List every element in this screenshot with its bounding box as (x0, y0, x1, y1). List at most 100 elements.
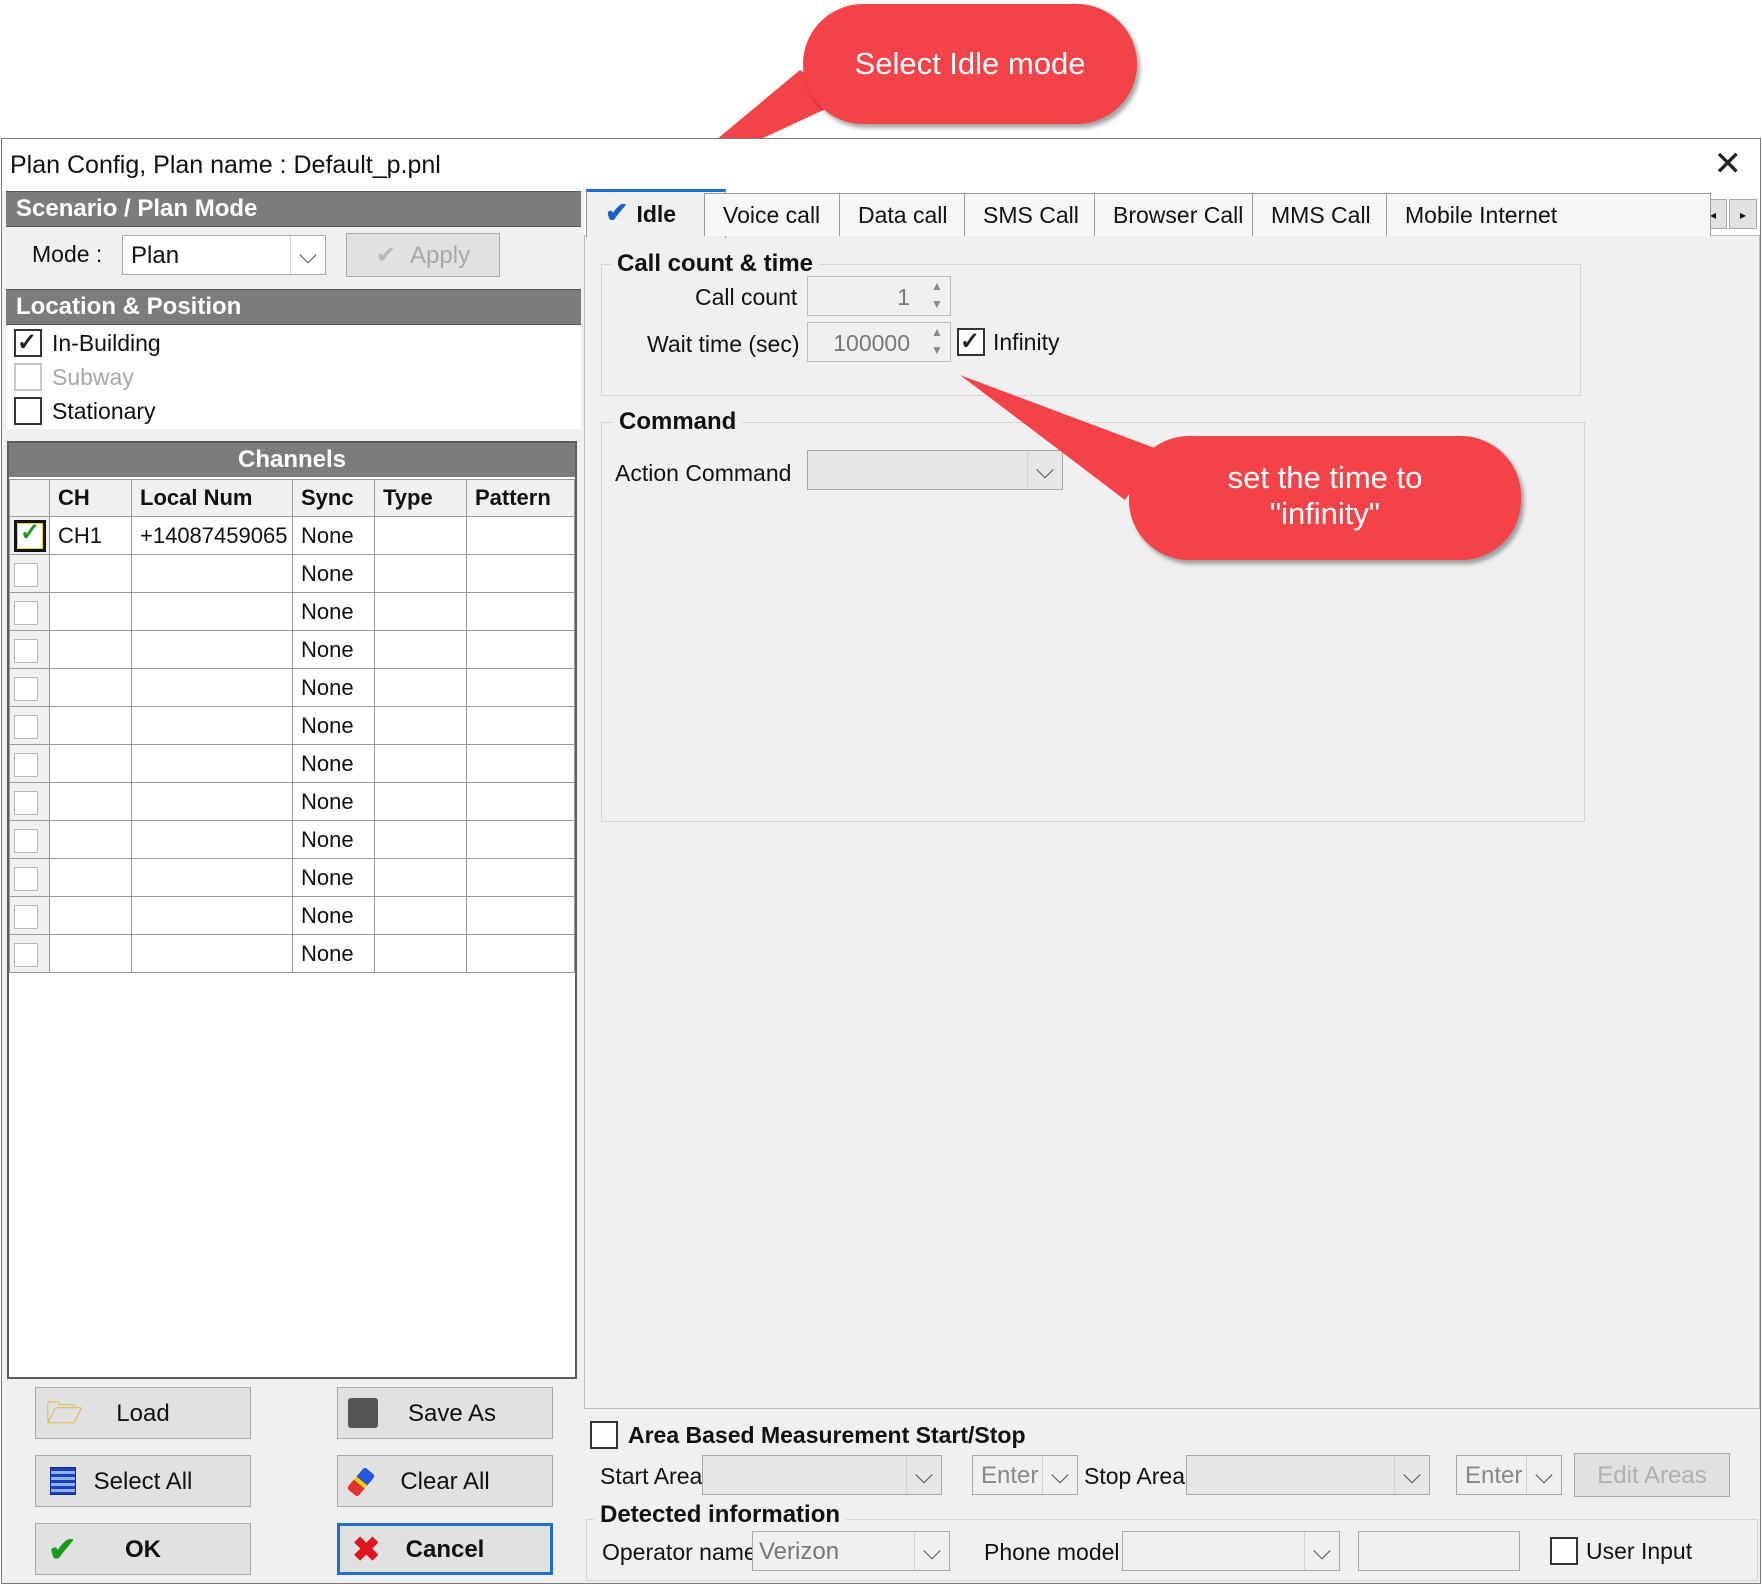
select-all-button[interactable]: Select All (35, 1455, 251, 1507)
row-select-cell[interactable] (9, 820, 50, 859)
tab-mobile-internet[interactable]: Mobile Internet (1386, 193, 1711, 236)
row-checkbox[interactable] (14, 562, 38, 587)
table-row[interactable]: None (9, 820, 575, 859)
row-checkbox[interactable] (14, 790, 38, 815)
type-cell[interactable] (374, 668, 467, 707)
sync-cell[interactable]: None (292, 934, 375, 973)
type-cell[interactable] (374, 706, 467, 745)
sync-cell[interactable]: None (292, 706, 375, 745)
stop-area-select[interactable]: ⌵ (1186, 1455, 1430, 1495)
local-num-cell[interactable] (131, 820, 293, 859)
local-num-cell[interactable] (131, 896, 293, 935)
sync-cell[interactable]: None (292, 782, 375, 821)
start-area-enter-select[interactable]: Enter ⌵ (972, 1455, 1078, 1495)
stop-area-enter-select[interactable]: Enter ⌵ (1456, 1455, 1562, 1495)
pattern-cell[interactable] (466, 858, 575, 897)
call-count-spinner[interactable]: 1 ▲ ▼ (807, 276, 951, 316)
type-cell[interactable] (374, 592, 467, 631)
table-row[interactable]: None (9, 630, 575, 669)
type-cell[interactable] (374, 516, 467, 555)
local-num-cell[interactable]: +14087459065 (131, 516, 293, 555)
row-checkbox[interactable] (14, 518, 46, 552)
sync-cell[interactable]: None (292, 554, 375, 593)
ok-button[interactable]: ✔ OK (35, 1523, 251, 1575)
row-checkbox[interactable] (14, 866, 38, 891)
sync-cell[interactable]: None (292, 592, 375, 631)
ch-cell[interactable]: CH1 (49, 516, 132, 555)
row-select-cell[interactable] (9, 706, 50, 745)
table-row[interactable]: CH1+14087459065None (9, 516, 575, 555)
table-row[interactable]: None (9, 706, 575, 745)
local-num-cell[interactable] (131, 554, 293, 593)
row-checkbox[interactable] (14, 600, 38, 625)
stationary-checkbox[interactable] (14, 396, 42, 425)
ch-cell[interactable] (49, 782, 132, 821)
tab-browser-call[interactable]: Browser Call (1094, 193, 1273, 236)
edit-areas-button[interactable]: Edit Areas (1574, 1453, 1730, 1497)
apply-button[interactable]: ✔ Apply (346, 233, 500, 277)
pattern-cell[interactable] (466, 744, 575, 783)
pattern-cell[interactable] (466, 706, 575, 745)
ch-cell[interactable] (49, 592, 132, 631)
row-checkbox[interactable] (14, 904, 38, 929)
row-select-cell[interactable] (9, 592, 50, 631)
type-cell[interactable] (374, 820, 467, 859)
row-checkbox[interactable] (14, 752, 38, 777)
user-input-checkbox[interactable] (1550, 1536, 1578, 1565)
row-select-cell[interactable] (9, 630, 50, 669)
row-select-cell[interactable] (9, 858, 50, 897)
pattern-cell[interactable] (466, 782, 575, 821)
row-checkbox[interactable] (14, 638, 38, 663)
table-row[interactable]: None (9, 934, 575, 973)
mode-select[interactable]: Plan ⌵ (122, 235, 326, 275)
close-icon[interactable]: ✕ (1714, 145, 1743, 183)
ch-cell[interactable] (49, 896, 132, 935)
operator-name-select[interactable]: Verizon ⌵ (752, 1531, 950, 1571)
sync-cell[interactable]: None (292, 820, 375, 859)
row-checkbox[interactable] (14, 942, 38, 967)
area-measurement-checkbox[interactable] (590, 1420, 618, 1449)
ch-cell[interactable] (49, 934, 132, 973)
ch-cell[interactable] (49, 630, 132, 669)
row-select-cell[interactable] (9, 554, 50, 593)
sync-cell[interactable]: None (292, 896, 375, 935)
row-select-cell[interactable] (9, 744, 50, 783)
pattern-cell[interactable] (466, 630, 575, 669)
row-checkbox[interactable] (14, 828, 38, 853)
sync-cell[interactable]: None (292, 516, 375, 555)
ch-cell[interactable] (49, 820, 132, 859)
pattern-cell[interactable] (466, 554, 575, 593)
area-measurement-option[interactable]: Area Based Measurement Start/Stop (590, 1417, 1026, 1451)
ch-cell[interactable] (49, 668, 132, 707)
pattern-cell[interactable] (466, 668, 575, 707)
ch-cell[interactable] (49, 706, 132, 745)
pattern-cell[interactable] (466, 592, 575, 631)
pattern-cell[interactable] (466, 820, 575, 859)
row-select-cell[interactable] (9, 896, 50, 935)
row-select-cell[interactable] (9, 668, 50, 707)
local-num-cell[interactable] (131, 668, 293, 707)
table-row[interactable]: None (9, 782, 575, 821)
type-cell[interactable] (374, 554, 467, 593)
tab-voice-call[interactable]: Voice call (704, 193, 860, 236)
local-num-cell[interactable] (131, 706, 293, 745)
type-cell[interactable] (374, 934, 467, 973)
phone-model-input[interactable] (1358, 1531, 1520, 1571)
stationary-option[interactable]: Stationary (14, 393, 156, 427)
local-num-cell[interactable] (131, 630, 293, 669)
load-button[interactable]: 🗁 Load (35, 1387, 251, 1439)
ch-cell[interactable] (49, 554, 132, 593)
table-row[interactable]: None (9, 554, 575, 593)
row-select-cell[interactable] (9, 782, 50, 821)
row-select-cell[interactable] (9, 934, 50, 973)
local-num-cell[interactable] (131, 744, 293, 783)
row-checkbox[interactable] (14, 714, 38, 739)
sync-cell[interactable]: None (292, 668, 375, 707)
infinity-option[interactable]: Infinity (957, 324, 1059, 359)
ch-cell[interactable] (49, 858, 132, 897)
local-num-cell[interactable] (131, 934, 293, 973)
in-building-option[interactable]: In-Building (14, 325, 161, 360)
row-select-cell[interactable] (9, 516, 50, 555)
infinity-checkbox[interactable] (957, 325, 985, 359)
cancel-button[interactable]: ✖ Cancel (337, 1523, 553, 1575)
